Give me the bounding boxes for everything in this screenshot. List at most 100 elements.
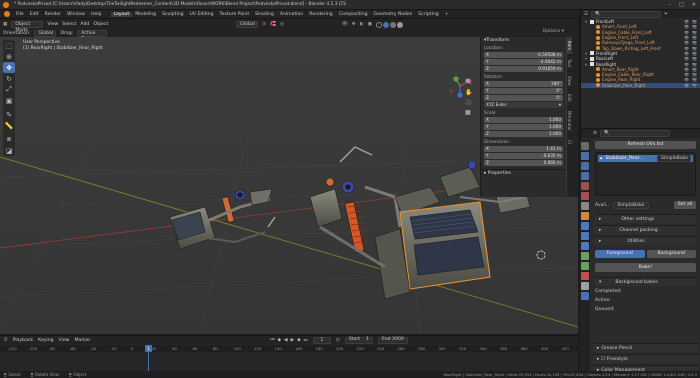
location-x-field[interactable]: X -0.59508 m [484, 52, 563, 58]
add-cube-tool-icon[interactable]: ⧈ [3, 134, 15, 145]
drag-selector[interactable]: Active Tool [77, 30, 108, 42]
visibility-eye-icon[interactable]: 👁 [684, 83, 689, 88]
camera-view-icon[interactable]: 🎥 [465, 99, 472, 106]
gizmo-toggle-icon[interactable]: ✥ [352, 22, 356, 27]
shading-material-icon[interactable] [389, 21, 396, 28]
visibility-eye-icon[interactable]: 👁 [684, 72, 689, 77]
visibility-eye-icon[interactable]: 👁 [684, 51, 689, 56]
timeline-menu-keying[interactable]: Keying [38, 338, 53, 343]
rotation-z-field[interactable]: Z 0° [484, 95, 563, 101]
sidebar-tab-mirrorator[interactable]: Mirrorator [567, 107, 572, 137]
menu-add[interactable]: Add [80, 22, 89, 27]
simplebake-tab-icon[interactable] [581, 292, 589, 300]
pivot-icon[interactable]: ⊙ [262, 22, 266, 27]
visibility-eye-icon[interactable]: 👁 [684, 62, 689, 67]
pan-hand-icon[interactable]: ✋ [465, 89, 472, 96]
render-camera-icon[interactable]: 📷 [692, 62, 697, 67]
render-camera-icon[interactable]: 📷 [692, 35, 697, 40]
collection-properties-tab-icon[interactable] [581, 202, 589, 210]
outliner-search-input[interactable]: 🔍 [591, 10, 662, 18]
add-workspace-button[interactable]: + [442, 12, 452, 17]
menu-view[interactable]: View [47, 22, 58, 27]
material-properties-tab-icon[interactable] [581, 272, 589, 280]
rotation-y-field[interactable]: Y 0° [484, 88, 563, 94]
physics-properties-tab-icon[interactable] [581, 242, 589, 250]
transform-tool-icon[interactable]: ▣ [3, 95, 15, 106]
refresh-uvs-button[interactable]: Refresh UVs list [595, 141, 696, 149]
scene-properties-tab-icon[interactable] [581, 182, 589, 190]
render-camera-icon[interactable]: 📷 [692, 67, 697, 72]
visibility-eye-icon[interactable]: 👁 [684, 19, 689, 24]
mode-selector[interactable]: Object Mode [11, 21, 44, 33]
cursor-tool-icon[interactable]: ⊕ [3, 51, 15, 62]
uv-map-dropdown[interactable]: SimpleBake [657, 155, 691, 162]
render-camera-icon[interactable]: 📷 [692, 83, 697, 88]
scale-x-field[interactable]: X 1.000 [484, 117, 563, 123]
grease-pencil-panel[interactable]: ▸ Grease Pencil [593, 343, 698, 352]
sidebar-tab-tool[interactable]: Tool [567, 55, 572, 72]
dimensions-z-field[interactable]: Z 0.866 m [484, 160, 563, 166]
workspace-tab-shading[interactable]: Shading [252, 12, 277, 17]
other-settings-panel[interactable]: ▸ Other settings [595, 214, 696, 223]
play-icon[interactable]: ▶ [291, 338, 295, 343]
visibility-eye-icon[interactable]: 👁 [684, 40, 689, 45]
channel-packing-panel[interactable]: ▸ Channel packing [595, 225, 696, 234]
visibility-eye-icon[interactable]: 👁 [684, 35, 689, 40]
render-camera-icon[interactable]: 📷 [692, 19, 697, 24]
snap-icon[interactable]: 🧲 [270, 22, 276, 27]
dimensions-x-field[interactable]: X 1.41 m [484, 146, 563, 152]
outliner-editor-icon[interactable]: ☰ [584, 12, 588, 17]
background-toggle[interactable]: Background [646, 250, 696, 258]
menu-edit[interactable]: Edit [27, 12, 42, 17]
shading-solid-icon[interactable] [382, 21, 389, 28]
transform-orientation-selector[interactable]: Global [236, 21, 259, 28]
timeline-menu-marker[interactable]: Marker [74, 338, 90, 343]
visibility-eye-icon[interactable]: 👁 [684, 46, 689, 51]
play-reverse-icon[interactable]: ◀ [284, 338, 288, 343]
minimize-button[interactable]: – [669, 2, 672, 8]
editor-type-icon[interactable]: ▦ [3, 22, 7, 27]
jump-end-icon[interactable]: ⏭ [304, 337, 308, 343]
uv-list-row[interactable]: ▴ Stabilizer_Rear... SimpleBake [598, 155, 693, 162]
workspace-tab-animation[interactable]: Animation [277, 12, 306, 17]
sidebar-tab-edit[interactable]: Edit [567, 90, 572, 108]
transform-header[interactable]: ▾Transform [481, 37, 566, 44]
timeline-editor-icon[interactable]: ⏱ [4, 337, 8, 343]
menu-select[interactable]: Select [62, 22, 76, 27]
rotation-x-field[interactable]: X 180° [484, 81, 563, 87]
options-dropdown[interactable]: Options ▾ [543, 29, 565, 34]
overlay-toggle-icon[interactable]: ◐ [360, 22, 364, 27]
zoom-icon[interactable]: 🔍 [465, 79, 472, 86]
rotate-tool-icon[interactable]: ↻ [3, 73, 15, 84]
set-all-button[interactable]: Set all [674, 201, 696, 209]
maximize-button[interactable]: □ [679, 2, 684, 8]
properties-header[interactable]: ▸ Properties [481, 169, 566, 177]
visibility-eye-icon[interactable]: 👁 [684, 77, 689, 82]
menu-help[interactable]: Help [88, 12, 104, 17]
scale-z-field[interactable]: Z 1.000 [484, 131, 563, 137]
visibility-eye-icon[interactable]: 👁 [684, 56, 689, 61]
rotation-mode-dropdown[interactable]: XYZ Euler ▾ [484, 102, 563, 108]
visibility-eye-icon[interactable]: 👁 [684, 30, 689, 35]
freestyle-panel[interactable]: ▸ ☐ Freestyle [593, 354, 698, 363]
workspace-tab-geometry-nodes[interactable]: Geometry Nodes [371, 12, 416, 17]
constraints-properties-tab-icon[interactable] [581, 252, 589, 260]
location-z-field[interactable]: Z 0.91659 m [484, 66, 563, 72]
texture-properties-tab-icon[interactable] [581, 282, 589, 290]
measure-tool-icon[interactable]: 📏 [3, 120, 15, 131]
visibility-icon[interactable]: 👁 [342, 22, 348, 27]
properties-editor-icon[interactable]: ⚙ [593, 131, 597, 136]
timeline-ruler[interactable]: -120 -100 -80 -60 -40 -20 0 20 40 60 80 100 120 140 16… [0, 345, 578, 352]
render-properties-tab-icon[interactable] [581, 152, 589, 160]
blender-menu-icon[interactable] [4, 11, 10, 17]
menu-object[interactable]: Object [93, 22, 108, 27]
bake-button[interactable]: Bake! [595, 263, 696, 272]
tool-properties-tab-icon[interactable] [581, 142, 589, 150]
dimensions-y-field[interactable]: Y 0.635 m [484, 153, 563, 159]
shading-wireframe-icon[interactable] [375, 21, 382, 28]
close-button[interactable]: ✕ [692, 2, 696, 8]
render-camera-icon[interactable]: 📷 [692, 77, 697, 82]
scale-tool-icon[interactable]: ⤢ [3, 84, 15, 95]
workspace-tab-texture-paint[interactable]: Texture Paint [217, 12, 253, 17]
render-camera-icon[interactable]: 📷 [692, 56, 697, 61]
